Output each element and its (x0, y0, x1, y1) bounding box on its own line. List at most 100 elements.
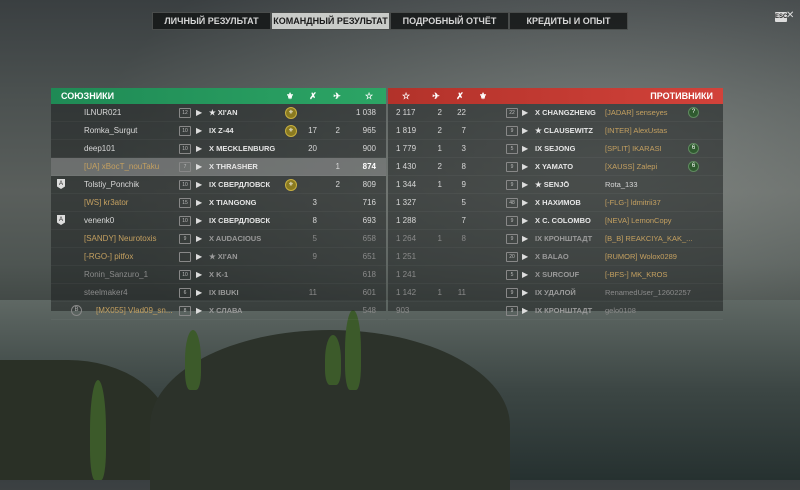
enemy-row[interactable]: 1 241 5 ▶ X SURCOUF [-BFS-] MK_KROS (388, 266, 723, 284)
xp-star-column-icon[interactable]: ☆ (361, 88, 377, 104)
ship-class-icon: ▶ (196, 126, 203, 135)
player-name: ILNUR021 (84, 108, 122, 117)
ribbon-medal-icon: 6 (688, 161, 699, 172)
planes-value: 2 (437, 126, 442, 135)
kills-value: 3 (312, 198, 317, 207)
ally-row[interactable]: Ronin_Sanzuro_1 10 ▶ X K-1 618 (51, 266, 386, 284)
xp-value: 601 (362, 288, 376, 297)
medal-column-icon[interactable]: ⚜ (282, 88, 298, 104)
kills-column-icon[interactable]: ✗ (305, 88, 321, 104)
ally-row[interactable]: [WS] kr3ator 15 ▶ X TIANGONG 3 716 (51, 194, 386, 212)
player-name: steelmaker4 (84, 288, 128, 297)
ship-class-icon: ▶ (196, 144, 203, 153)
kills-value: 17 (308, 126, 317, 135)
enemy-row[interactable]: 903 9 ▶ IX КРОНШТАДТ gelo0108 (388, 302, 723, 320)
ship-class-icon: ▶ (196, 108, 203, 117)
player-name: [MX055] Vlad09_sn... (96, 306, 173, 315)
allies-header: СОЮЗНИКИ ⚜ ✗ ✈ ☆ (51, 88, 386, 104)
enemy-row[interactable]: 1 264 1 8 9 ▶ IX КРОНШТАДТ [B_B] REAKCIYA_KAK_… (388, 230, 723, 248)
player-name: Romka_Surgut (84, 126, 138, 135)
close-icon[interactable]: ✕ (786, 10, 794, 21)
xp-value: 903 (396, 306, 410, 315)
xp-value: 693 (362, 216, 376, 225)
kills-value: 3 (461, 144, 466, 153)
ship-name: IX КРОНШТАДТ (535, 234, 593, 243)
tier-badge: 9 (506, 288, 518, 298)
ship-class-icon: ▶ (522, 162, 529, 171)
ship-class-icon: ▶ (522, 270, 529, 279)
enemy-row[interactable]: 1 819 2 7 9 ▶ ★ CLAUSEWITZ [INTER] AlexUstas (388, 122, 723, 140)
ally-row[interactable]: [SANDY] Neurotoxis 9 ▶ X AUDACIOUS 5 658 (51, 230, 386, 248)
enemy-row[interactable]: 1 327 5 48 ▶ X НАХИМОВ [-FLG-] ldmitrii37 (388, 194, 723, 212)
tab-personal-result[interactable]: ЛИЧНЫЙ РЕЗУЛЬТАТ (152, 12, 271, 30)
ship-class-icon: ▶ (196, 216, 203, 225)
ally-row[interactable]: steelmaker4 6 ▶ IX IBUKI 11 601 (51, 284, 386, 302)
xp-value: 1 241 (396, 270, 417, 279)
player-name: deep101 (84, 144, 116, 153)
xp-star-column-icon[interactable]: ☆ (398, 88, 414, 104)
player-name: [-BFS-] MK_KROS (605, 270, 668, 279)
ally-row[interactable]: [UA] xBocT_nouTaku 7 ▶ X THRASHER 1 874 (51, 158, 386, 176)
tab-credits-xp[interactable]: КРЕДИТЫ И ОПЫТ (509, 12, 628, 30)
player-name: Ronin_Sanzuro_1 (84, 270, 149, 279)
results-tabs: ЛИЧНЫЙ РЕЗУЛЬТАТ КОМАНДНЫЙ РЕЗУЛЬТАТ ПОД… (152, 12, 628, 30)
ship-class-icon: ▶ (196, 234, 203, 243)
kills-value: 8 (461, 234, 466, 243)
enemy-row[interactable]: 1 142 1 11 9 ▶ IX УДАЛОЙ RenamedUser_12602257 (388, 284, 723, 302)
ally-row[interactable]: ILNUR021 12 ▶ ★ XI'AN ⚜ 1 038 (51, 104, 386, 122)
background-tree (345, 310, 361, 390)
ship-name: X СЛАВА (209, 306, 243, 315)
ally-row[interactable]: B [MX055] Vlad09_sn... 8 ▶ X СЛАВА 548 (51, 302, 386, 320)
enemy-row[interactable]: 1 288 7 9 ▶ X C. COLOMBO [NEVA] LemonCopy (388, 212, 723, 230)
background-tree (185, 330, 201, 390)
tier-badge: 10 (179, 216, 191, 226)
enemy-row[interactable]: 1 251 20 ▶ X BALAO [RUMOR] Wolox0289 (388, 248, 723, 266)
ship-name: X YAMATO (535, 162, 574, 171)
xp-value: 1 344 (396, 180, 417, 189)
division-badge-icon: A (57, 215, 65, 225)
tier-badge: 9 (506, 180, 518, 190)
enemy-row[interactable]: 1 344 1 9 9 ▶ ★ SENJŌ Rota_133 (388, 176, 723, 194)
tier-badge: 10 (179, 180, 191, 190)
kills-column-icon[interactable]: ✗ (452, 88, 468, 104)
ship-name: IX Z-44 (209, 126, 234, 135)
ally-row[interactable]: Romka_Surgut 10 ▶ IX Z-44 ⚜ 17 2 965 (51, 122, 386, 140)
enemy-row[interactable]: 2 117 2 22 22 ▶ X CHANGZHENG [JADAR] senseyes? (388, 104, 723, 122)
tier-badge: 7 (179, 162, 191, 172)
ship-class-icon: ▶ (196, 162, 203, 171)
ally-row[interactable]: deep101 10 ▶ X MECKLENBURG 20 900 (51, 140, 386, 158)
xp-value: 716 (362, 198, 376, 207)
tab-detailed-report[interactable]: ПОДРОБНЫЙ ОТЧЁТ (390, 12, 509, 30)
xp-value: 809 (362, 180, 376, 189)
enemy-row[interactable]: 1 779 1 3 5 ▶ IX SEJONG [SPLIT] IKARASI 6 (388, 140, 723, 158)
kills-value: 9 (461, 180, 466, 189)
planes-column-icon[interactable]: ✈ (329, 88, 345, 104)
ship-class-icon: ▶ (522, 288, 529, 297)
ship-name: X НАХИМОВ (535, 198, 581, 207)
ally-row[interactable]: [-RGO-] pitfox ▶ ★ XI'AN 9 651 (51, 248, 386, 266)
planes-value: 2 (437, 108, 442, 117)
ship-class-icon: ▶ (196, 198, 203, 207)
allies-panel: СОЮЗНИКИ ⚜ ✗ ✈ ☆ ILNUR021 12 ▶ ★ XI'AN ⚜ 1 03… (51, 88, 386, 320)
kills-value: 7 (461, 216, 466, 225)
ally-row[interactable]: Avenenk0 10 ▶ IX СВЕРДЛОВСК 8 693 (51, 212, 386, 230)
player-name: [SPLIT] IKARASI (605, 144, 662, 153)
ship-name: ★ CLAUSEWITZ (535, 126, 593, 135)
allies-title: СОЮЗНИКИ (61, 91, 115, 101)
ship-name: X MECKLENBURG (209, 144, 276, 153)
planes-column-icon[interactable]: ✈ (428, 88, 444, 104)
ribbon-medal-icon: ? (688, 107, 699, 118)
medal-column-icon[interactable]: ⚜ (475, 88, 491, 104)
kills-value: 8 (461, 162, 466, 171)
xp-value: 658 (362, 234, 376, 243)
planes-value: 1 (335, 162, 340, 171)
enemy-row[interactable]: 1 430 2 8 9 ▶ X YAMATO [XAUSS] Zalepi 6 (388, 158, 723, 176)
achievement-medal-icon: ⚜ (285, 179, 297, 191)
planes-value: 2 (437, 162, 442, 171)
tier-badge: 9 (506, 162, 518, 172)
ship-name: X SURCOUF (535, 270, 580, 279)
tier-badge: 20 (506, 252, 518, 262)
tab-team-result[interactable]: КОМАНДНЫЙ РЕЗУЛЬТАТ (271, 12, 390, 30)
ally-row[interactable]: A Tolstiy_Ponchik 10 ▶ IX СВЕРДЛОВСК ⚜ 2 809 (51, 176, 386, 194)
player-name: [B_B] REAKCIYA_KAK_... (605, 234, 693, 243)
